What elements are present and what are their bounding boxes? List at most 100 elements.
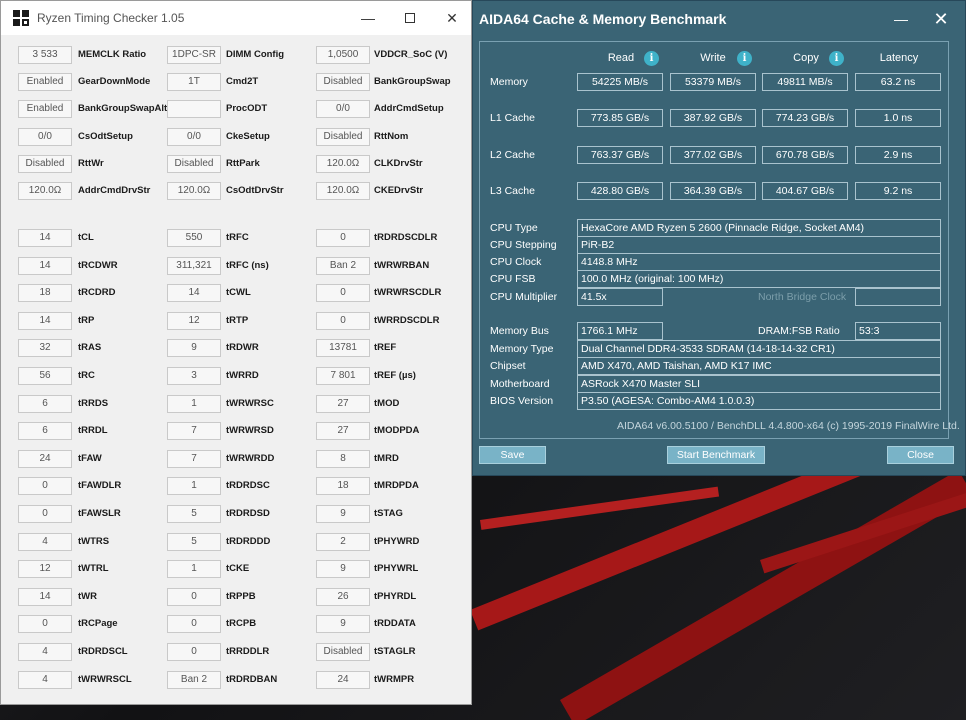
timing-label: tRFC (ns) xyxy=(226,259,269,271)
timing-value-field[interactable]: Ban 2 xyxy=(167,670,221,689)
timing-label: tRDRDBAN xyxy=(226,673,278,685)
timing-value-field[interactable]: 0/0 xyxy=(167,128,221,146)
timing-value-field[interactable]: 0 xyxy=(316,229,370,247)
timing-label: tCKE xyxy=(226,563,250,575)
timing-value-field[interactable]: 14 xyxy=(18,311,72,330)
timing-value-field[interactable]: 0 xyxy=(316,311,370,330)
cpu-clock-label: CPU Clock xyxy=(490,256,542,268)
motherboard-label: Motherboard xyxy=(490,378,550,390)
info-icon[interactable]: i xyxy=(644,51,659,66)
save-button[interactable]: Save xyxy=(479,446,546,464)
timing-value-field[interactable]: Disabled xyxy=(167,155,221,173)
timing-value-field[interactable]: 14 xyxy=(18,229,72,247)
timing-value-field[interactable]: 550 xyxy=(167,229,221,247)
timing-value-field[interactable]: 1 xyxy=(167,560,221,579)
timing-value-field[interactable]: 24 xyxy=(316,670,370,689)
timing-value-field[interactable]: 6 xyxy=(18,394,72,413)
timing-value-field[interactable]: 0 xyxy=(18,615,72,634)
timing-value-field[interactable]: 27 xyxy=(316,394,370,413)
timing-value-field[interactable]: Disabled xyxy=(316,643,370,661)
timing-value-field[interactable]: 4 xyxy=(18,532,72,551)
read-value: 763.37 GB/s xyxy=(577,146,663,164)
timing-value-field[interactable]: 24 xyxy=(18,449,72,468)
close-button[interactable]: ✕ xyxy=(921,1,961,37)
timing-value-field[interactable]: 8 xyxy=(316,449,370,468)
timing-value-field[interactable]: 1,0500 xyxy=(316,46,370,64)
timing-label: tRDRDSCDLR xyxy=(374,232,438,243)
timing-value-field[interactable]: 9 xyxy=(316,505,370,523)
timing-value-field[interactable]: 4 xyxy=(18,643,72,661)
timing-value-field[interactable]: 0/0 xyxy=(316,100,370,118)
timing-value-field[interactable]: 120.0Ω xyxy=(316,155,370,173)
timing-value-field[interactable]: 18 xyxy=(316,477,370,496)
timing-value-field[interactable]: 3 xyxy=(167,367,221,385)
aida-titlebar[interactable]: AIDA64 Cache & Memory Benchmark — ✕ xyxy=(473,1,965,37)
timing-value-field[interactable]: 13781 xyxy=(316,339,370,358)
timing-label: tPHYRDL xyxy=(374,590,417,602)
timing-value-field[interactable]: 5 xyxy=(167,532,221,551)
timing-value-field[interactable]: 120.0Ω xyxy=(316,182,370,200)
timing-label: tRDRDSCL xyxy=(78,646,128,657)
latency-value: 1.0 ns xyxy=(855,109,941,127)
timing-value-field[interactable]: 0 xyxy=(316,284,370,303)
close-button[interactable]: ✕ xyxy=(429,1,475,35)
column-latency: Latency xyxy=(879,52,919,64)
timing-value-field[interactable]: 26 xyxy=(316,587,370,606)
timing-value-field[interactable]: 32 xyxy=(18,339,72,358)
timing-value-field[interactable]: 0/0 xyxy=(18,128,72,146)
timing-value-field[interactable]: 120.0Ω xyxy=(18,182,72,200)
timing-value-field[interactable]: 1 xyxy=(167,394,221,413)
maximize-button[interactable] xyxy=(387,1,433,35)
timing-value-field[interactable]: Ban 2 xyxy=(316,256,370,275)
minimize-button[interactable]: — xyxy=(881,1,921,37)
timing-value-field[interactable]: 0 xyxy=(167,587,221,606)
timing-value-field[interactable]: 0 xyxy=(167,615,221,634)
timing-value-field[interactable]: 56 xyxy=(18,367,72,385)
timing-value-field[interactable]: 1DPC-SR xyxy=(167,46,221,64)
timing-value-field[interactable]: 14 xyxy=(18,256,72,275)
timing-value-field[interactable]: 0 xyxy=(18,505,72,523)
timing-value-field[interactable]: 3 533 xyxy=(18,46,72,64)
timing-value-field[interactable]: 7 801 xyxy=(316,367,370,385)
maximize-icon xyxy=(405,13,415,23)
timing-value-field[interactable] xyxy=(167,100,221,118)
timing-value-field[interactable]: Disabled xyxy=(316,73,370,91)
info-icon[interactable]: i xyxy=(829,51,844,66)
timing-value-field[interactable]: 0 xyxy=(18,477,72,496)
close-dialog-button[interactable]: Close xyxy=(887,446,954,464)
timing-value-field[interactable]: Enabled xyxy=(18,73,72,91)
timing-value-field[interactable]: 9 xyxy=(316,615,370,634)
timing-value-field[interactable]: 12 xyxy=(167,311,221,330)
timing-value-field[interactable]: Disabled xyxy=(18,155,72,173)
start-benchmark-button[interactable]: Start Benchmark xyxy=(667,446,765,464)
timing-value-field[interactable]: 9 xyxy=(167,339,221,358)
timing-value-field[interactable]: 14 xyxy=(167,284,221,303)
cpu-type-label: CPU Type xyxy=(490,222,538,234)
timing-value-field[interactable]: 7 xyxy=(167,422,221,441)
timing-value-field[interactable]: 14 xyxy=(18,587,72,606)
timing-value-field[interactable]: 1T xyxy=(167,73,221,91)
read-value: 773.85 GB/s xyxy=(577,109,663,127)
info-icon[interactable]: i xyxy=(737,51,752,66)
timing-value-field[interactable]: 5 xyxy=(167,505,221,523)
timing-value-field[interactable]: 12 xyxy=(18,560,72,579)
minimize-button[interactable]: — xyxy=(345,1,391,35)
timing-value-field[interactable]: 4 xyxy=(18,670,72,689)
timing-label: tCL xyxy=(78,232,94,243)
version-text: AIDA64 v6.00.5100 / BenchDLL 4.4.800-x64… xyxy=(617,420,960,432)
rtc-titlebar[interactable]: Ryzen Timing Checker 1.05 — ✕ xyxy=(1,1,471,35)
timing-value-field[interactable]: 1 xyxy=(167,477,221,496)
timing-value-field[interactable]: 2 xyxy=(316,532,370,551)
timing-value-field[interactable]: 311,321 xyxy=(167,256,221,275)
timing-value-field[interactable]: Disabled xyxy=(316,128,370,146)
timing-value-field[interactable]: Enabled xyxy=(18,100,72,118)
timing-value-field[interactable]: 6 xyxy=(18,422,72,441)
cpu-fsb-label: CPU FSB xyxy=(490,273,536,285)
timing-value-field[interactable]: 27 xyxy=(316,422,370,441)
timing-value-field[interactable]: 120.0Ω xyxy=(167,182,221,200)
timing-label: tFAWSLR xyxy=(78,508,121,519)
timing-value-field[interactable]: 7 xyxy=(167,449,221,468)
timing-value-field[interactable]: 18 xyxy=(18,284,72,303)
timing-value-field[interactable]: 0 xyxy=(167,643,221,661)
timing-value-field[interactable]: 9 xyxy=(316,560,370,579)
